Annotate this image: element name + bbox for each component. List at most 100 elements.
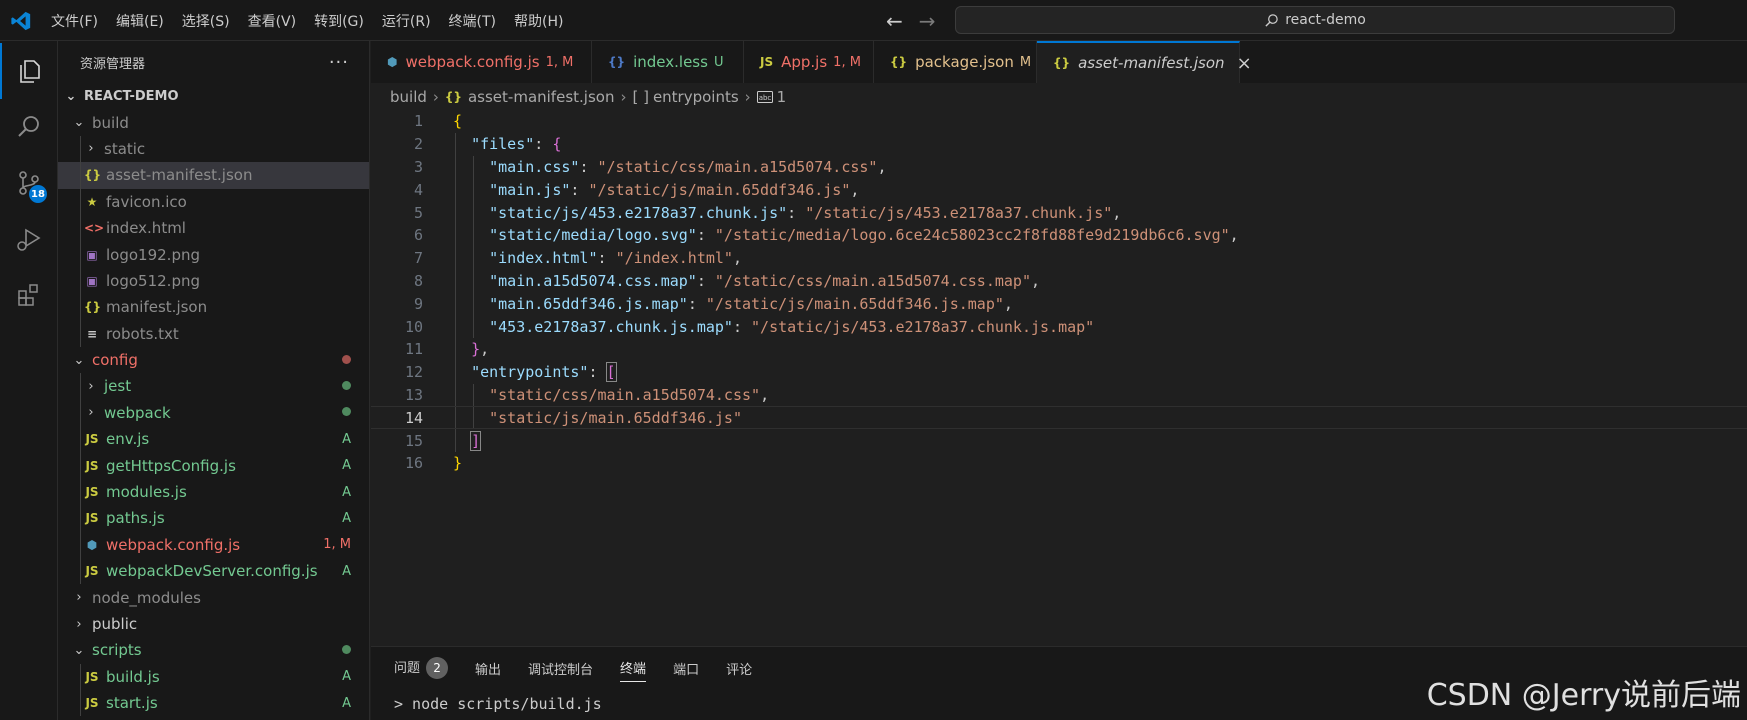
folder-item[interactable]: ⌄ scripts xyxy=(58,637,369,663)
breadcrumb-item[interactable]: 1 xyxy=(777,88,787,106)
folder-item[interactable]: ⌄ config xyxy=(58,347,369,373)
file-item[interactable]: ≡ robots.txt xyxy=(58,320,369,347)
menu-item[interactable]: 运行(R) xyxy=(382,11,441,31)
code-line[interactable]: 6 "static/media/logo.svg": "/static/medi… xyxy=(371,224,1747,247)
back-arrow-icon[interactable]: ← xyxy=(886,9,903,33)
file-item[interactable]: {} asset-manifest.json xyxy=(58,162,369,189)
code-token: : xyxy=(534,135,553,154)
panel-tab[interactable]: 问题 2 xyxy=(394,657,449,683)
code-editor[interactable]: 1{2 "files": {3 "main.css": "/static/css… xyxy=(371,110,1747,646)
file-label: jest xyxy=(104,377,132,396)
menu-item[interactable]: 选择(S) xyxy=(182,11,240,31)
code-line[interactable]: 14 "static/js/main.65ddf346.js" xyxy=(371,406,1747,430)
folder-item[interactable]: › webpack xyxy=(58,399,369,427)
tab-webpack-config-js[interactable]: ⬢ webpack.config.js 1, M xyxy=(371,41,592,83)
run-debug-activity[interactable] xyxy=(0,211,58,267)
code-line[interactable]: 12 "entrypoints": [ xyxy=(371,361,1747,384)
forward-arrow-icon[interactable]: → xyxy=(919,9,936,33)
file-item[interactable]: JS env.js A xyxy=(58,426,369,453)
git-status-badge: A xyxy=(342,458,351,474)
breadcrumb-item[interactable]: asset-manifest.json xyxy=(468,88,614,106)
js-file-icon: JS xyxy=(85,511,99,526)
code-text: "453.e2178a37.chunk.js.map": "/static/js… xyxy=(453,318,1094,336)
json-file-icon: {} xyxy=(84,300,102,315)
file-item[interactable]: <> index.html xyxy=(58,214,369,242)
status-dot-icon xyxy=(342,644,351,654)
status-dot-icon xyxy=(342,354,351,364)
code-line[interactable]: 10 "453.e2178a37.chunk.js.map": "/static… xyxy=(371,315,1747,338)
menu-item[interactable]: 编辑(E) xyxy=(116,11,174,31)
breadcrumb-item[interactable]: build xyxy=(390,88,427,106)
breadcrumb-item[interactable]: entrypoints xyxy=(653,88,739,106)
code-line[interactable]: 4 "main.js": "/static/js/main.65ddf346.j… xyxy=(371,178,1747,201)
file-label: modules.js xyxy=(106,483,187,502)
panel-tab[interactable]: 调试控制台 xyxy=(528,659,593,682)
tab-asset-manifest-json[interactable]: {} asset-manifest.json × xyxy=(1037,41,1252,83)
code-line[interactable]: 16} xyxy=(371,452,1747,475)
code-text: "static/css/main.a15d5074.css", xyxy=(453,386,769,404)
menu-item[interactable]: 帮助(H) xyxy=(514,11,573,31)
git-status-badge: A xyxy=(342,669,351,685)
code-line[interactable]: 7 "index.html": "/index.html", xyxy=(371,247,1747,270)
tab-App-js[interactable]: JS App.js 1, M xyxy=(744,41,874,83)
terminal-output[interactable]: > node scripts/build.js xyxy=(394,695,602,713)
code-token: "main.a15d5074.css.map" xyxy=(489,271,697,290)
source-control-activity[interactable]: 18 xyxy=(0,155,58,211)
folder-item[interactable]: › jest xyxy=(58,373,369,400)
panel-tab[interactable]: 端口 xyxy=(673,659,699,682)
command-center-search[interactable]: react-demo xyxy=(955,6,1675,34)
more-actions-icon[interactable]: ··· xyxy=(329,52,349,73)
explorer-activity[interactable] xyxy=(0,43,58,99)
panel-tab[interactable]: 终端 xyxy=(620,658,647,682)
code-line[interactable]: 8 "main.a15d5074.css.map": "/static/css/… xyxy=(371,270,1747,293)
file-item[interactable]: ⬢ webpack.config.js 1, M xyxy=(58,531,369,559)
panel-tab-label: 调试控制台 xyxy=(528,662,594,678)
search-activity[interactable] xyxy=(0,99,58,155)
tab-index-less[interactable]: {} index.less U xyxy=(592,41,744,83)
folder-item[interactable]: › node_modules xyxy=(58,584,369,610)
file-item[interactable]: ★ favicon.ico xyxy=(58,188,369,215)
menu-item[interactable]: 查看(V) xyxy=(248,11,307,31)
file-item[interactable]: ▣ logo512.png xyxy=(58,267,369,295)
file-item[interactable]: ▣ logo192.png xyxy=(58,241,369,268)
file-item[interactable]: JS paths.js A xyxy=(58,505,369,532)
code-line[interactable]: 13 "static/css/main.a15d5074.css", xyxy=(371,384,1747,407)
html-file-icon: <> xyxy=(84,221,105,236)
close-icon[interactable]: × xyxy=(1237,53,1252,74)
line-number: 9 xyxy=(413,294,423,313)
folder-item[interactable]: › static xyxy=(58,135,369,163)
file-item[interactable]: JS webpackDevServer.config.js A xyxy=(58,558,369,585)
code-line[interactable]: 11 }, xyxy=(371,338,1747,361)
file-item[interactable]: {} manifest.json xyxy=(58,294,369,321)
code-line[interactable]: 5 "static/js/453.e2178a37.chunk.js": "/s… xyxy=(371,201,1747,224)
git-status-badge: A xyxy=(342,695,351,711)
panel-tab[interactable]: 评论 xyxy=(726,659,752,682)
menu-item[interactable]: 文件(F) xyxy=(51,11,108,31)
code-line[interactable]: 9 "main.65ddf346.js.map": "/static/js/ma… xyxy=(371,292,1747,315)
code-token: } xyxy=(471,340,481,359)
code-token: "/static/js/main.65ddf346.js" xyxy=(588,180,851,199)
vscode-logo-icon[interactable] xyxy=(10,10,32,32)
code-line[interactable]: 3 "main.css": "/static/css/main.a15d5074… xyxy=(371,156,1747,179)
panel-tab[interactable]: 输出 xyxy=(475,659,501,682)
menu-item[interactable]: 终端(T) xyxy=(449,11,506,31)
json-file-icon: {} xyxy=(84,168,102,183)
menu-item[interactable]: 转到(G) xyxy=(314,11,374,31)
file-item[interactable]: JS build.js A xyxy=(58,663,369,690)
code-text: "main.css": "/static/css/main.a15d5074.c… xyxy=(453,158,886,176)
less-file-icon: {} xyxy=(608,55,626,69)
tab-package-json[interactable]: {} package.json M xyxy=(874,41,1037,83)
code-line[interactable]: 15 ] xyxy=(371,429,1747,452)
extensions-activity[interactable] xyxy=(0,267,58,323)
file-item[interactable]: JS modules.js A xyxy=(58,478,369,506)
code-line[interactable]: 1{ xyxy=(371,110,1747,133)
folder-item[interactable]: › public xyxy=(58,611,369,637)
file-item[interactable]: JS start.js A xyxy=(58,689,369,717)
git-status-dot xyxy=(342,353,351,368)
code-text: "static/js/main.65ddf346.js" xyxy=(453,409,742,427)
git-status-badge: A xyxy=(342,431,351,447)
folder-item[interactable]: ⌄ build xyxy=(58,109,369,135)
file-item[interactable]: JS getHttpsConfig.js A xyxy=(58,452,369,479)
explorer-root-folder[interactable]: ⌄ REACT-DEMO xyxy=(58,83,369,109)
code-line[interactable]: 2 "files": { xyxy=(371,133,1747,156)
